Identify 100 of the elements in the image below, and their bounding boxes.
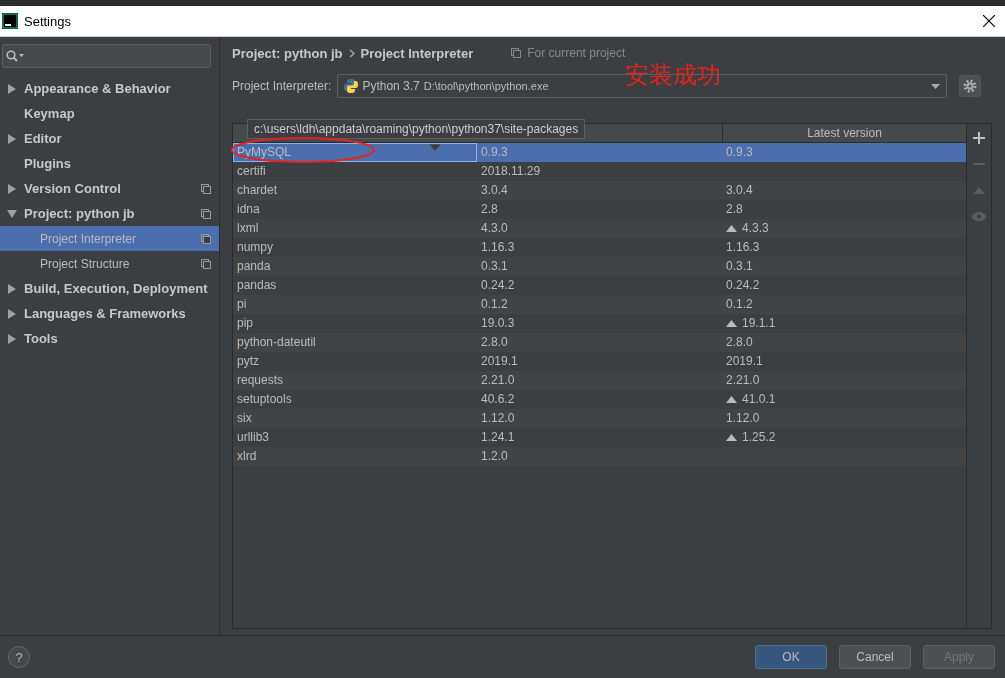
sidebar-item[interactable]: Tools — [0, 326, 219, 351]
sidebar-item[interactable]: Project Structure — [0, 251, 219, 276]
table-cell-text: six — [236, 410, 253, 427]
table-cell-text: certifi — [236, 163, 267, 180]
collapsed-arrow-icon[interactable] — [7, 308, 17, 319]
table-cell-text: idna — [236, 201, 261, 218]
table-cell-text: 2.21.0 — [726, 372, 760, 389]
table-cell-text: numpy — [236, 239, 275, 256]
collapsed-arrow-icon[interactable] — [7, 183, 17, 194]
plus-icon[interactable] — [973, 132, 985, 144]
settings-icon — [963, 79, 978, 93]
table-cell-text: 2.8.0 — [480, 334, 509, 351]
python-logo-icon — [344, 79, 359, 93]
copy-icon — [511, 48, 522, 58]
search-field[interactable] — [2, 44, 211, 68]
table-cell-text: chardet — [236, 182, 279, 199]
sidebar-item[interactable]: Editor — [0, 126, 219, 151]
column-header[interactable]: Latest version — [722, 124, 966, 142]
table-row[interactable]: xlrd 1.2.0 — [233, 447, 966, 466]
sidebar-item[interactable]: Plugins — [0, 151, 219, 176]
table-row[interactable]: python-dateutil 2.8.0 2.8.0 — [233, 333, 966, 352]
table-cell-text: 0.9.3 — [726, 144, 753, 161]
table-cell-text: 19.1.1 — [742, 315, 776, 332]
upgrade-arrow-icon — [726, 396, 737, 403]
table-cell-text: 40.6.2 — [480, 391, 516, 408]
collapsed-arrow-icon[interactable] — [7, 83, 17, 94]
table-cell-text: 1.12.0 — [726, 410, 760, 427]
table-cell-text: pytz — [236, 353, 260, 370]
table-cell-text: 3.0.4 — [480, 182, 509, 199]
table-cell-text: setuptools — [236, 391, 293, 408]
table-cell-text: 1.16.3 — [726, 239, 760, 256]
dialog-button[interactable]: OK — [755, 645, 827, 669]
table-cell-text: 1.12.0 — [480, 410, 516, 427]
sidebar-item[interactable]: Languages & Frameworks — [0, 301, 219, 326]
sidebar-item[interactable]: Build, Execution, Deployment — [0, 276, 219, 301]
table-cell-text: 2.8.0 — [726, 334, 753, 351]
sidebar-item[interactable]: Appearance & Behavior — [0, 76, 219, 101]
table-cell-text: pip — [236, 315, 254, 332]
table-cell-text: lxml — [236, 220, 260, 237]
collapsed-arrow-icon[interactable] — [7, 333, 17, 344]
table-cell-text: python-dateutil — [236, 334, 317, 351]
upgrade-arrow-icon — [726, 320, 737, 327]
table-cell-text: panda — [236, 258, 272, 275]
table-cell-text: pi — [236, 296, 248, 313]
table-cell-text: 2018.11.29 — [480, 163, 542, 180]
table-row[interactable]: pi 0.1.2 0.1.2 — [233, 295, 966, 314]
table-row[interactable]: six 1.12.0 1.12.0 — [233, 409, 966, 428]
tooltip: c:\users\ldh\appdata\roaming\python\python37\site-packages — [247, 119, 586, 139]
sidebar-item[interactable]: Project: python jb — [0, 201, 219, 226]
table-cell-text: 1.16.3 — [480, 239, 516, 256]
dialog-button[interactable]: Cancel — [839, 645, 911, 669]
interpreter-name: Python 3.7 — [362, 79, 420, 93]
interpreter-path: D:\tool\python\python.exe — [423, 80, 549, 92]
scope-note: For current project — [527, 46, 626, 60]
collapsed-arrow-icon[interactable] — [7, 283, 17, 294]
table-cell: PyMySQL — [233, 143, 477, 162]
table-cell-text: 2.8 — [480, 201, 499, 218]
settings-button[interactable] — [959, 75, 982, 97]
table-cell-text: 4.3.0 — [480, 220, 509, 237]
table-cell-text: 0.9.3 — [480, 144, 509, 161]
table-cell-text: urllib3 — [236, 429, 270, 446]
table-cell-text: 3.0.4 — [726, 182, 753, 199]
table-cell-text: 0.24.2 — [726, 277, 760, 294]
upgrade-arrow-icon — [726, 225, 737, 232]
table-cell-text: requests — [236, 372, 285, 389]
search-icon — [6, 50, 24, 62]
table-cell-text: 4.3.3 — [742, 220, 769, 237]
table-cell-text: 0.24.2 — [480, 277, 516, 294]
table-cell-text: xlrd — [236, 448, 258, 465]
table-cell-text: 0.1.2 — [726, 296, 753, 313]
table-row[interactable]: chardet 3.0.4 3.0.4 — [233, 181, 966, 200]
table-cell-text: 2019.1 — [480, 353, 519, 370]
table-cell-text: 1.24.1 — [480, 429, 516, 446]
window-title: Settings — [24, 13, 71, 29]
chevron-right-icon — [348, 48, 355, 58]
collapsed-arrow-icon[interactable] — [7, 133, 17, 144]
table-cell-text: pandas — [236, 277, 278, 294]
copy-icon — [201, 258, 211, 269]
expanded-arrow-icon[interactable] — [7, 208, 17, 219]
breadcrumb-item: Project Interpreter — [360, 45, 474, 61]
table-cell-text: 1.25.2 — [742, 429, 776, 446]
close-icon[interactable] — [983, 15, 995, 27]
table-cell-text: 2.8 — [726, 201, 743, 218]
interpreter-label: Project Interpreter: — [232, 79, 332, 93]
table-row[interactable]: panda 0.3.1 0.3.1 — [233, 257, 966, 276]
help-button[interactable]: ? — [8, 646, 30, 668]
table-cell-text: 41.0.1 — [742, 391, 776, 408]
table-cell-text: 1.2.0 — [480, 448, 509, 465]
copy-icon — [201, 208, 211, 219]
table-cell-text: 2019.1 — [726, 353, 763, 370]
dropdown-arrow-icon — [931, 83, 941, 89]
copy-icon — [201, 233, 211, 244]
table-row[interactable]: requests 2.21.0 2.21.0 — [233, 371, 966, 390]
sidebar-item[interactable]: Keymap — [0, 101, 219, 126]
table-cell-text: 0.3.1 — [480, 258, 509, 275]
table-cell-text: 2.21.0 — [480, 372, 516, 389]
sidebar-item[interactable]: Version Control — [0, 176, 219, 201]
breadcrumb-item: Project: python jb — [232, 45, 343, 61]
table-row[interactable]: lxml 4.3.0 4.3.3 — [233, 219, 966, 238]
copy-icon — [201, 183, 211, 194]
